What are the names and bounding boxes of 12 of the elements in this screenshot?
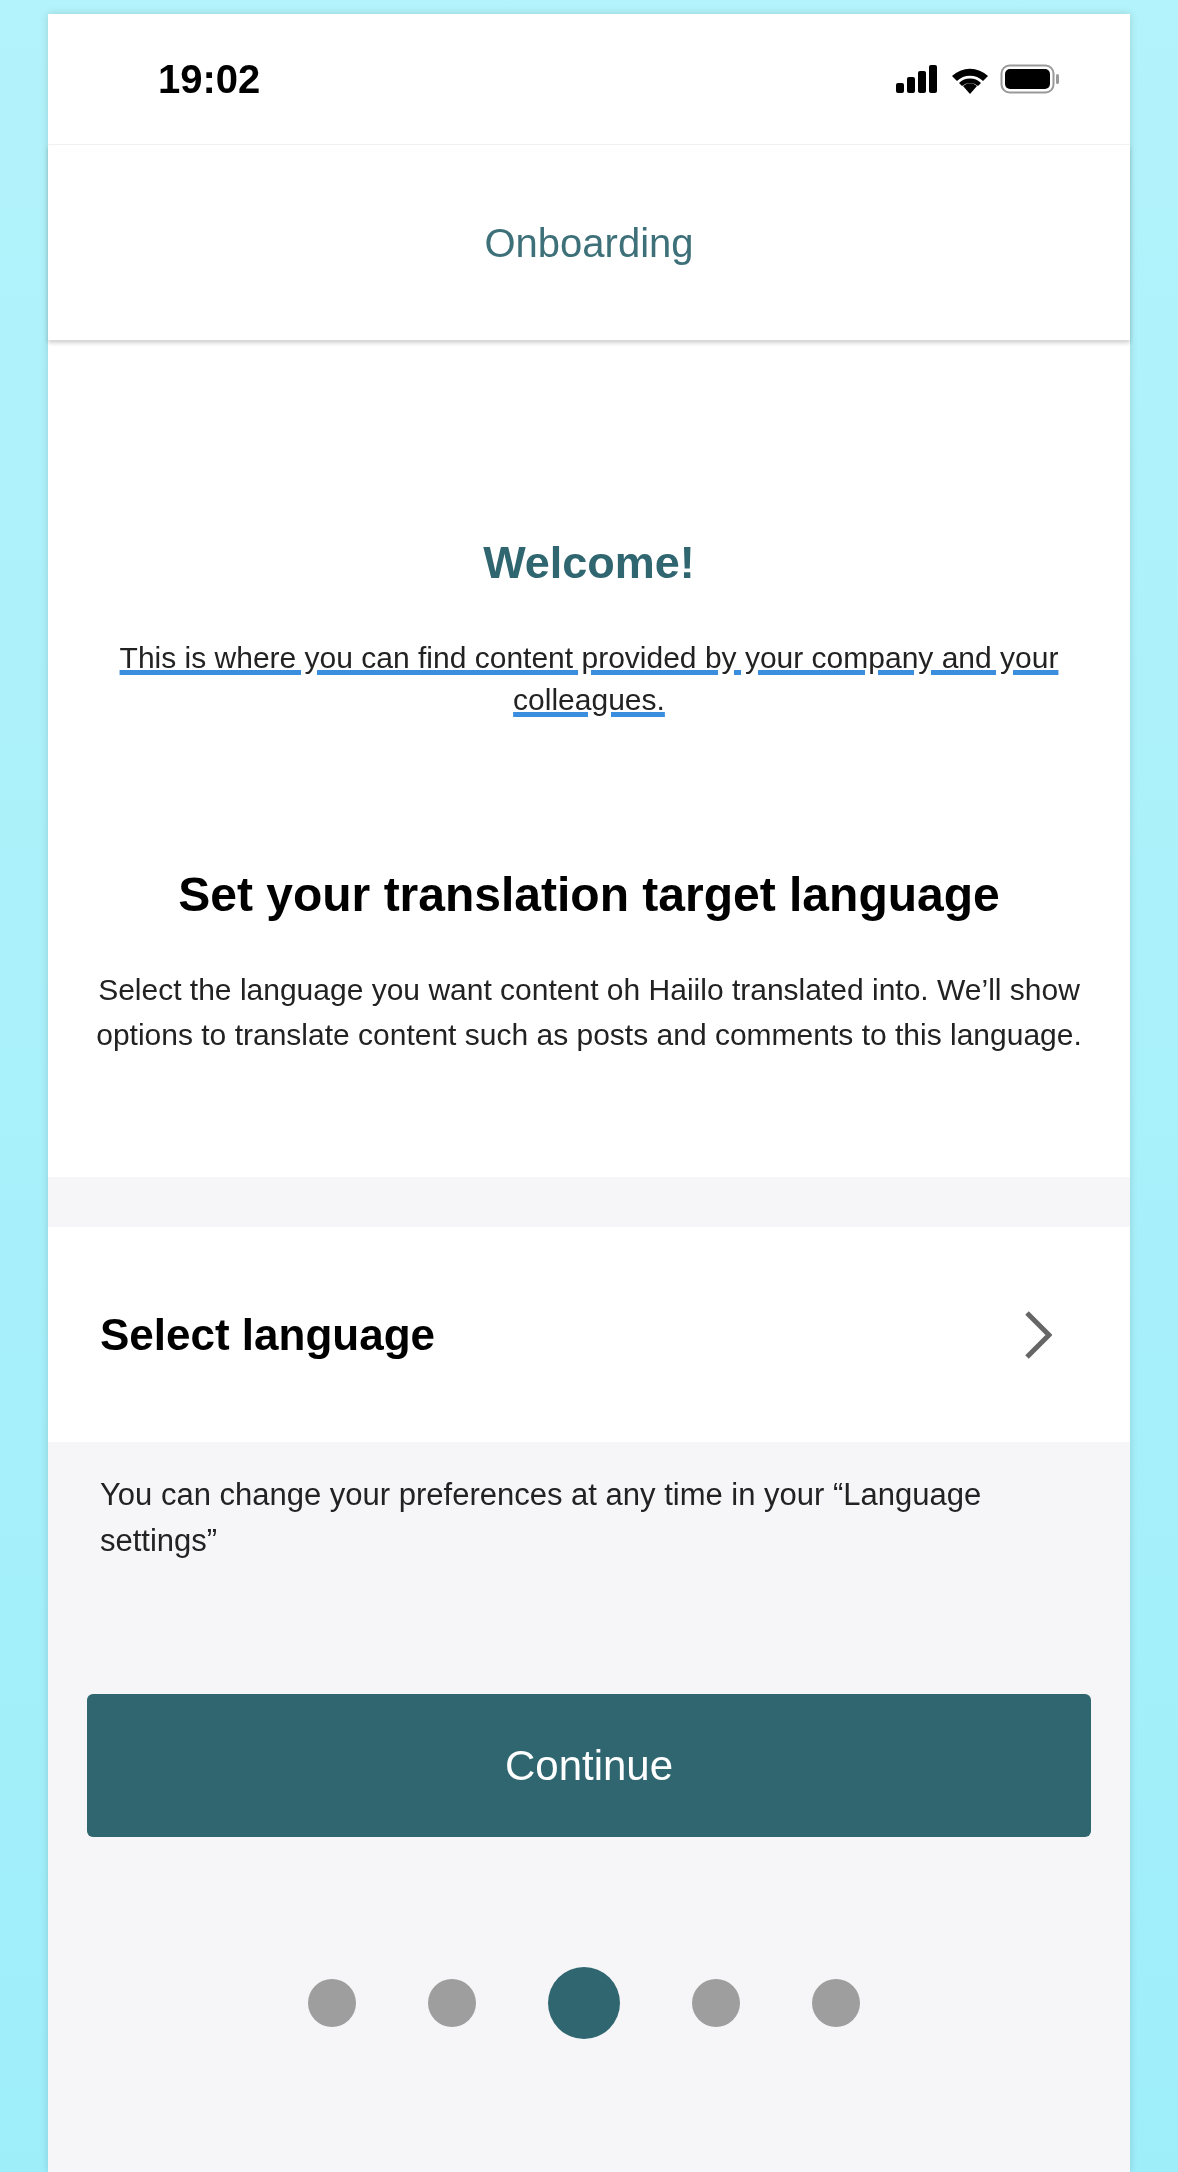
section-description: Select the language you want content oh Haiilo translated into. We’ll show options to translate content such as posts and comments to this language.: [95, 972, 1083, 1053]
signal-icon: [896, 65, 940, 93]
status-time: 19:02: [158, 56, 261, 103]
welcome-text: This is where you can find content provided by your company and your colleagues.: [118, 640, 1060, 718]
header-title: Onboarding: [484, 219, 694, 267]
continue-button[interactable]: Continue: [87, 1694, 1091, 1837]
language-select-row[interactable]: Select language: [48, 1227, 1130, 1442]
welcome-title: Welcome!: [483, 540, 695, 585]
battery-icon: [1000, 64, 1060, 94]
preferences-note: You can change your preferences at any time in your “Language settings”: [99, 1476, 983, 1560]
section-heading: Set your translation target language: [178, 871, 1000, 919]
chevron-right-icon: [1024, 1309, 1052, 1360]
